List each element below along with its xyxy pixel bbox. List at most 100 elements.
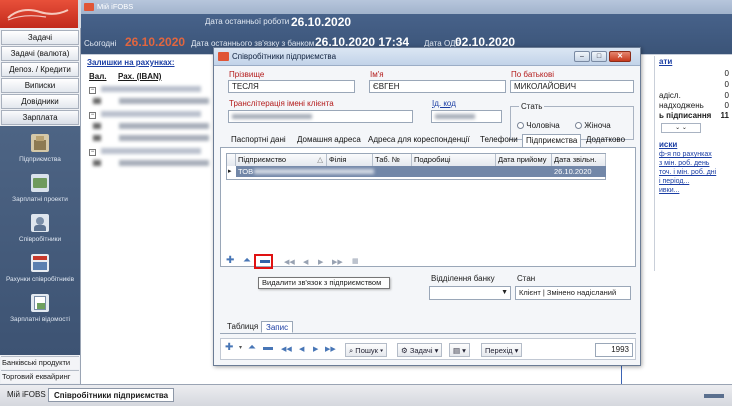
dialog-title: Співробітники підприємства bbox=[232, 52, 336, 61]
first-record-button[interactable]: ◀◀ bbox=[284, 258, 295, 266]
record-number-field[interactable]: 1993 bbox=[595, 343, 633, 357]
chevron-down-icon[interactable]: ▾ bbox=[239, 344, 242, 351]
tab-companies[interactable]: Підприємства bbox=[522, 134, 581, 147]
money-icon bbox=[31, 174, 49, 192]
tab-correspondence-address[interactable]: Адреса для кореспонденції bbox=[365, 134, 473, 147]
gender-male-option[interactable]: Чоловіча bbox=[517, 121, 560, 130]
last-record-button[interactable]: ▶▶ bbox=[325, 345, 336, 353]
sidebar-item-employee-accounts[interactable]: Рахунки співробітників bbox=[0, 254, 80, 283]
sidebar-tasks-button[interactable]: Задачі bbox=[1, 30, 79, 45]
sidebar-item-companies[interactable]: Підприємства bbox=[0, 134, 80, 163]
sidebar-item-employees[interactable]: Співробітники bbox=[0, 214, 80, 243]
sidebar-item-salary-sheets[interactable]: Зарплатні відомості bbox=[0, 294, 80, 323]
translit-field[interactable] bbox=[228, 110, 413, 123]
search-button[interactable]: ⌕ Пошук ▾ bbox=[345, 343, 387, 357]
tree-expand-toggle[interactable]: − bbox=[89, 87, 96, 94]
sidebar-item-salary-projects-label: Зарплатні проекти bbox=[12, 196, 68, 203]
tab-additional[interactable]: Додатково bbox=[583, 134, 628, 147]
table-row[interactable]: ТОВ 26.10.2020 bbox=[236, 166, 606, 177]
tasks-button[interactable]: ⚙ Задачі ▾ bbox=[397, 343, 442, 357]
report-link[interactable]: точ. і мін. роб. дні bbox=[659, 169, 716, 176]
grid-header-dismissal-date[interactable]: Дата звільн. bbox=[552, 154, 606, 166]
id-code-label[interactable]: Ід. код bbox=[432, 99, 456, 108]
add-link-button[interactable]: ✚ bbox=[226, 255, 234, 266]
minimize-bar-icon[interactable] bbox=[704, 394, 724, 398]
first-record-button[interactable]: ◀◀ bbox=[281, 345, 292, 353]
tab-record[interactable]: Запис bbox=[261, 321, 293, 333]
employees-icon bbox=[31, 214, 49, 232]
prev-record-button[interactable]: ◀ bbox=[303, 258, 308, 266]
tree-expand-toggle[interactable]: − bbox=[89, 112, 96, 119]
grid-header-company[interactable]: Підприємство△ bbox=[236, 154, 327, 166]
name-label: Ім'я bbox=[370, 70, 384, 79]
right-links-title: иски bbox=[659, 140, 677, 149]
report-link[interactable]: ивки... bbox=[659, 187, 679, 194]
chevron-down-icon: ▼ bbox=[501, 289, 508, 296]
gear-icon: ⚙ bbox=[401, 346, 408, 355]
radio-female[interactable] bbox=[575, 122, 582, 129]
statusbar-tab-home[interactable]: Мій iFOBS bbox=[2, 388, 51, 402]
tab-phones[interactable]: Телефони bbox=[477, 134, 521, 147]
grid-header-tab-number[interactable]: Таб. № bbox=[373, 154, 412, 166]
sidebar-bank-products-button[interactable]: Банківські продукти bbox=[1, 356, 79, 369]
refresh-button[interactable]: ▦ bbox=[352, 257, 359, 265]
row-pointer-icon: ▸ bbox=[228, 167, 232, 175]
patronymic-label: По батькові bbox=[511, 70, 554, 79]
grid-header-branch[interactable]: Філія bbox=[327, 154, 373, 166]
minimize-button[interactable]: ‒ bbox=[574, 51, 590, 62]
gender-female-option[interactable]: Жіноча bbox=[575, 121, 611, 130]
dialog-title-bar[interactable]: Співробітники підприємства ‒ □ ✕ bbox=[214, 48, 640, 66]
goto-button[interactable]: Перехід ▾ bbox=[481, 343, 522, 357]
gender-label: Стать bbox=[519, 102, 544, 111]
tab-passport[interactable]: Паспортні дані bbox=[228, 134, 289, 147]
last-record-button[interactable]: ▶▶ bbox=[332, 258, 343, 266]
sidebar-statements-button[interactable]: Виписки bbox=[1, 78, 79, 93]
status-bar: Мій iFOBS Співробітники підприємства bbox=[0, 384, 732, 406]
surname-field[interactable]: ТЕСЛЯ bbox=[228, 80, 355, 93]
sidebar-deposits-button[interactable]: Депоз. / Кредити bbox=[1, 62, 79, 77]
report-link[interactable]: ф-я по рахунках bbox=[659, 151, 712, 158]
state-field[interactable]: Клієнт | Змінено надісланий bbox=[515, 286, 631, 300]
right-panel-row: адісл.0 bbox=[659, 91, 729, 100]
tab-table[interactable]: Таблиця bbox=[223, 321, 262, 333]
report-link[interactable]: з мін. роб. день bbox=[659, 160, 709, 167]
edit-icon[interactable]: ⏶ bbox=[248, 342, 256, 353]
prev-record-button[interactable]: ◀ bbox=[299, 345, 304, 353]
add-icon[interactable]: ✚ bbox=[225, 342, 233, 353]
radio-male[interactable] bbox=[517, 122, 524, 129]
delete-icon[interactable]: ▬ bbox=[263, 342, 273, 353]
patronymic-field[interactable]: МИКОЛАЙОВИЧ bbox=[510, 80, 634, 93]
edit-link-button[interactable]: ⏶ bbox=[243, 255, 251, 266]
grid-header-details[interactable]: Подробиці bbox=[412, 154, 496, 166]
maximize-button[interactable]: □ bbox=[591, 51, 607, 62]
close-button[interactable]: ✕ bbox=[609, 51, 631, 62]
accounts-icon bbox=[31, 254, 49, 272]
branch-select[interactable]: ▼ bbox=[429, 286, 511, 300]
printer-icon: ▤ bbox=[453, 346, 460, 355]
name-field[interactable]: ЄВГЕН bbox=[369, 80, 506, 93]
tab-home-address[interactable]: Домашня адреса bbox=[294, 134, 364, 147]
sidebar-salary-button[interactable]: Зарплата bbox=[1, 110, 79, 125]
surname-label: Прізвище bbox=[229, 70, 264, 79]
logo-icon bbox=[6, 6, 70, 22]
period-selector[interactable]: ⌄ ⌄ bbox=[661, 123, 701, 133]
blurred-account bbox=[119, 160, 209, 166]
report-link[interactable]: і період... bbox=[659, 178, 689, 185]
delete-tooltip: Видалити зв'язок з підприємством bbox=[258, 277, 390, 289]
sidebar-directories-button[interactable]: Довідники bbox=[1, 94, 79, 109]
tree-expand-toggle[interactable]: − bbox=[89, 149, 96, 156]
sidebar-tasks-currency-button[interactable]: Задачі (валюта) bbox=[1, 46, 79, 61]
sidebar-item-salary-projects[interactable]: Зарплатні проекти bbox=[0, 174, 80, 203]
today-value: 26.10.2020 bbox=[125, 35, 185, 49]
next-record-button[interactable]: ▶ bbox=[318, 258, 323, 266]
statusbar-tab-employees[interactable]: Співробітники підприємства bbox=[48, 388, 174, 402]
grid-header-hire-date[interactable]: Дата прийому bbox=[496, 154, 552, 166]
blurred-currency bbox=[93, 160, 101, 166]
next-record-button[interactable]: ▶ bbox=[313, 345, 318, 353]
row-dismissal-date: 26.10.2020 bbox=[554, 167, 592, 176]
record-toolbar: ✚ ▾ ⏶ ▬ ◀◀ ◀ ▶ ▶▶ ⌕ Пошук ▾ ⚙ Задачі ▾ ▤… bbox=[220, 338, 636, 360]
print-button[interactable]: ▤ ▾ bbox=[449, 343, 470, 357]
companies-grid: Підприємство△ Філія Таб. № Подробиці Дат… bbox=[226, 153, 606, 180]
sidebar-acquiring-button[interactable]: Торговий еквайринг bbox=[1, 370, 79, 383]
id-code-field[interactable] bbox=[431, 110, 502, 123]
